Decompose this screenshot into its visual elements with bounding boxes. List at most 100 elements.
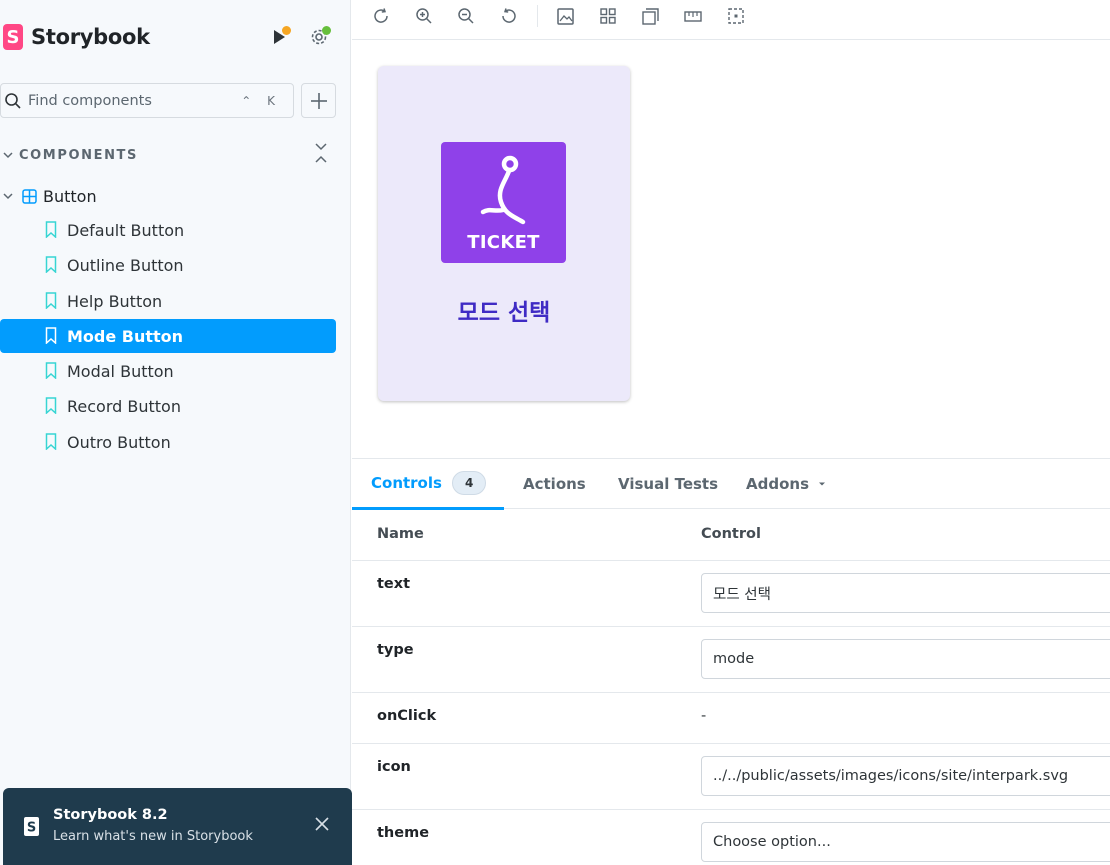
notification-dot — [282, 26, 291, 35]
close-icon — [315, 817, 329, 831]
table-row: icon ../../public/assets/images/icons/si… — [352, 743, 1110, 809]
reset-zoom-button[interactable] — [495, 5, 523, 27]
measure-icon — [684, 11, 702, 22]
story-label: Modal Button — [67, 361, 174, 381]
story-label: Record Button — [67, 396, 181, 416]
svg-text:S: S — [27, 821, 36, 836]
storybook-app: S Storybook ⌃ K COMPONENTS — [0, 0, 1110, 865]
story-label: Outline Button — [67, 255, 184, 275]
story-label: Help Button — [67, 291, 163, 311]
collapse-all-button[interactable] — [314, 142, 328, 168]
ticket-icon: TICKET — [441, 142, 566, 263]
zoom-in-icon — [416, 8, 432, 24]
plus-icon — [310, 92, 327, 109]
search-input[interactable] — [28, 92, 238, 109]
mode-button-preview[interactable]: TICKET 모드 선택 — [378, 66, 630, 401]
whats-new-toast[interactable]: S Storybook 8.2 Learn what's new in Stor… — [3, 788, 352, 865]
tab-label: Controls — [371, 474, 442, 492]
tab-actions[interactable]: Actions — [523, 459, 586, 509]
tab-addons[interactable]: Addons — [746, 459, 826, 509]
create-story-button[interactable] — [301, 83, 336, 118]
prop-name: text — [377, 576, 411, 592]
bookmark-icon — [45, 327, 57, 344]
bookmark-icon — [45, 362, 57, 379]
tab-label: Actions — [523, 475, 586, 493]
viewport-button[interactable] — [636, 5, 664, 27]
bookmark-icon — [45, 397, 57, 414]
tab-label: Addons — [746, 475, 809, 493]
toolbar-divider — [537, 5, 538, 27]
ticket-icon-label: TICKET — [467, 232, 540, 253]
table-row: text 모드 선택 — [352, 560, 1110, 626]
bookmark-icon — [45, 221, 57, 238]
status-dot — [322, 26, 331, 35]
grid-button[interactable] — [594, 5, 622, 27]
bookmark-icon — [45, 256, 57, 273]
story-item-modal-button[interactable]: Modal Button — [0, 354, 336, 388]
toast-subtitle: Learn what's new in Storybook — [53, 829, 253, 844]
outline-icon — [728, 8, 744, 24]
tab-label: Visual Tests — [618, 475, 719, 493]
search-icon — [4, 92, 22, 110]
outline-button[interactable] — [722, 5, 750, 27]
addons-panel: Controls 4 Actions Visual Tests Addons N… — [352, 458, 1110, 865]
brand-name: Storybook — [31, 25, 150, 49]
background-image-icon — [556, 7, 574, 25]
prop-name: onClick — [377, 708, 437, 724]
search-box[interactable]: ⌃ K — [0, 83, 294, 118]
story-item-outro-button[interactable]: Outro Button — [0, 425, 336, 459]
zoom-out-button[interactable] — [452, 5, 480, 27]
interpark-logo-icon — [480, 155, 526, 225]
bookmark-icon — [45, 292, 57, 309]
story-label: Mode Button — [67, 326, 184, 346]
reload-button[interactable] — [367, 5, 395, 27]
measure-button[interactable] — [679, 5, 707, 27]
table-row: type mode — [352, 626, 1110, 692]
prop-name: theme — [377, 825, 430, 841]
column-header-name: Name — [377, 526, 424, 542]
text-control-input[interactable]: 모드 선택 — [701, 573, 1110, 613]
story-item-record-button[interactable]: Record Button — [0, 389, 336, 423]
sidebar: S Storybook ⌃ K COMPONENTS — [0, 0, 352, 865]
story-item-help-button[interactable]: Help Button — [0, 284, 336, 318]
zoom-out-icon — [458, 8, 474, 24]
caret-down-icon — [819, 482, 825, 486]
theme-control-select[interactable]: Choose option... — [701, 822, 1110, 862]
viewport-icon — [641, 7, 659, 25]
story-item-outline-button[interactable]: Outline Button — [0, 248, 336, 282]
toast-title: Storybook 8.2 — [53, 807, 168, 823]
brand[interactable]: S Storybook — [3, 23, 150, 51]
controls-count-badge: 4 — [451, 471, 487, 495]
reload-icon — [374, 8, 388, 23]
grid-icon — [600, 8, 616, 24]
type-control-input[interactable]: mode — [701, 639, 1110, 679]
column-header-control: Control — [701, 526, 761, 542]
section-label: COMPONENTS — [19, 147, 138, 163]
whats-new-button[interactable] — [266, 24, 292, 50]
components-section-header[interactable]: COMPONENTS — [2, 142, 336, 168]
story-label: Default Button — [67, 220, 185, 240]
tab-visual-tests[interactable]: Visual Tests — [618, 459, 718, 509]
toast-close-button[interactable] — [315, 816, 329, 835]
story-item-default-button[interactable]: Default Button — [0, 213, 336, 247]
zoom-in-button[interactable] — [410, 5, 438, 27]
collapse-icon — [315, 143, 327, 163]
tab-controls[interactable]: Controls 4 — [352, 459, 505, 510]
storybook-logo-icon: S — [3, 24, 23, 50]
background-button[interactable] — [551, 5, 579, 27]
prop-name: icon — [377, 759, 411, 775]
chevron-down-icon — [3, 193, 13, 200]
panel-tabs: Controls 4 Actions Visual Tests Addons — [352, 459, 1110, 510]
mode-button-text: 모드 선택 — [457, 300, 551, 326]
table-row: onClick - — [352, 692, 1110, 743]
tree-group-label: Button — [43, 186, 97, 206]
table-row: theme Choose option... — [352, 809, 1110, 865]
settings-button[interactable] — [306, 24, 332, 50]
chevron-down-icon — [3, 152, 13, 159]
story-item-mode-button[interactable]: Mode Button — [0, 319, 336, 353]
search-shortcut: ⌃ K — [241, 93, 281, 108]
preview-toolbar — [352, 0, 1110, 40]
icon-control-input[interactable]: ../../public/assets/images/icons/site/in… — [701, 756, 1110, 796]
tree-group-button[interactable]: Button — [0, 183, 336, 209]
storybook-icon: S — [24, 817, 39, 836]
